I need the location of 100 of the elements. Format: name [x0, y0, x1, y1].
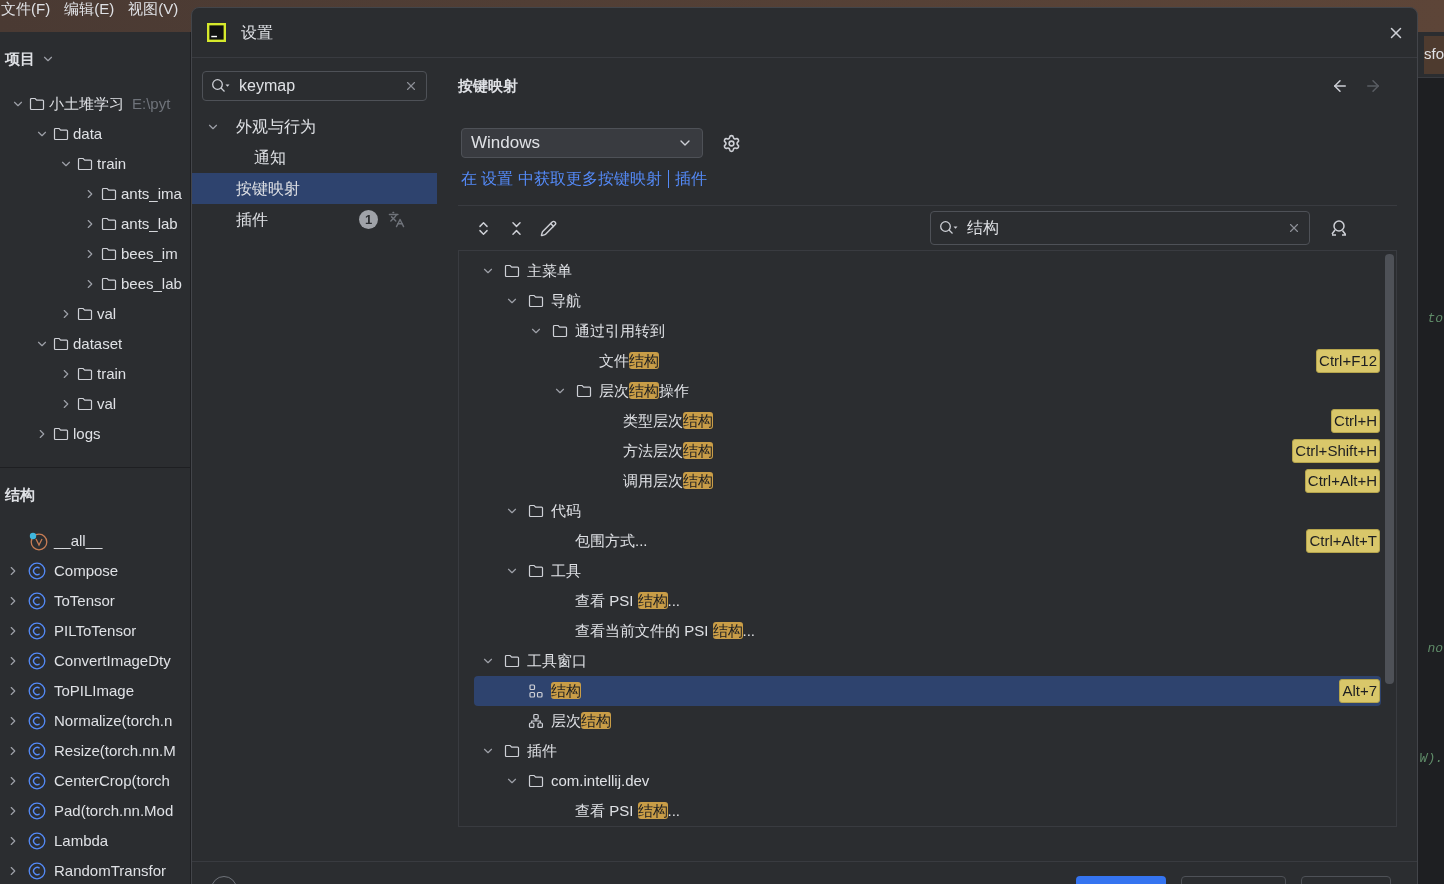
shortcut-badge: Ctrl+Alt+H [1304, 469, 1380, 493]
keymap-dropdown[interactable]: Windows [461, 128, 703, 158]
shortcut-badge: Ctrl+H [1331, 409, 1380, 433]
code-text: no [1427, 640, 1443, 658]
action-row[interactable]: 包围方式... Ctrl+Alt+T [474, 526, 1381, 556]
folder-icon [77, 366, 93, 382]
settings-icon[interactable] [722, 133, 741, 153]
structure-item[interactable]: Pad(torch.nn.Mod [54, 799, 174, 823]
action-label: 工具窗口 [527, 651, 587, 671]
structure-item[interactable]: RandomTransfor [54, 859, 166, 883]
folder-name[interactable]: val [97, 302, 117, 326]
folder-icon [101, 276, 117, 292]
folder-name[interactable]: ants_lab [121, 212, 178, 236]
folder-icon [101, 216, 117, 232]
filter-field[interactable]: 结构 [930, 211, 1310, 245]
menu-item[interactable]: 文件(F) [1, 0, 51, 32]
structure-item[interactable]: CenterCrop(torch [54, 769, 170, 793]
nav-item[interactable]: 插件 1 [192, 204, 437, 235]
action-row[interactable]: 查看 PSI 结构... [474, 586, 1381, 616]
plugins-link[interactable]: 插件 [674, 167, 707, 191]
folder-icon [77, 156, 93, 172]
action-label: 查看 PSI 结构... [575, 591, 681, 611]
action-label: 主菜单 [527, 261, 572, 281]
folder-icon [528, 503, 544, 519]
action-row[interactable]: 文件结构 Ctrl+F12 [474, 346, 1381, 376]
folder-name[interactable]: bees_lab [121, 272, 182, 296]
action-row[interactable]: 查看 PSI 结构... [474, 796, 1381, 826]
action-label: 导航 [551, 291, 581, 311]
class-icon [28, 682, 46, 700]
structure-item[interactable]: Compose [54, 559, 119, 583]
code-text: W). [1419, 750, 1443, 768]
nav-item[interactable]: 通知 [192, 142, 437, 173]
action-label: 代码 [551, 501, 581, 521]
folder-name[interactable]: dataset [73, 332, 123, 356]
folder-name[interactable]: logs [73, 422, 101, 446]
action-label: 层次结构 [551, 711, 611, 731]
action-row[interactable]: 代码 [474, 496, 1381, 526]
class-icon [28, 832, 46, 850]
action-row[interactable]: 查看当前文件的 PSI 结构... [474, 616, 1381, 646]
menu-item[interactable]: 编辑(E) [64, 0, 115, 32]
structure-item[interactable]: ToPILImage [54, 679, 135, 703]
folder-icon [552, 323, 568, 339]
find-shortcut-icon[interactable] [1329, 218, 1349, 238]
action-label: 类型层次结构 [623, 411, 713, 431]
folder-icon [77, 396, 93, 412]
action-row[interactable]: 层次结构 [474, 706, 1381, 736]
clear-icon[interactable] [404, 79, 418, 93]
hierarchy-icon [528, 713, 544, 729]
search-field[interactable]: keymap [202, 71, 427, 101]
folder-name[interactable]: bees_im [121, 242, 178, 266]
action-row[interactable]: 结构 Alt+7 [474, 676, 1381, 706]
shortcut-badge: Ctrl+Shift+H [1292, 439, 1380, 463]
folder-icon [101, 186, 117, 202]
action-label: 调用层次结构 [623, 471, 713, 491]
folder-name[interactable]: ants_ima [121, 182, 182, 206]
structure-item[interactable]: Lambda [54, 829, 109, 853]
action-row[interactable]: 工具窗口 [474, 646, 1381, 676]
folder-name[interactable]: val [97, 392, 117, 416]
structure-item[interactable]: Resize(torch.nn.M [54, 739, 176, 763]
clear-icon[interactable] [1287, 221, 1301, 235]
structure-item[interactable]: Normalize(torch.n [54, 709, 173, 733]
nav-item[interactable]: 外观与行为 [192, 111, 437, 142]
action-row[interactable]: 调用层次结构 Ctrl+Alt+H [474, 466, 1381, 496]
folder-icon [53, 426, 69, 442]
action-row[interactable]: 通过引用转到 [474, 316, 1381, 346]
menu-item[interactable]: 视图(V) [128, 0, 179, 32]
shortcut-badge: Alt+7 [1339, 679, 1380, 703]
action-row[interactable]: 工具 [474, 556, 1381, 586]
folder-name[interactable]: data [73, 122, 103, 146]
link-text[interactable]: 在 设置 中获取更多按键映射 [461, 167, 662, 191]
action-row[interactable]: com.intellij.dev [474, 766, 1381, 796]
folder-name[interactable]: train [97, 152, 127, 176]
edit-icon[interactable] [540, 219, 557, 237]
structure-item[interactable]: ToTensor [54, 589, 115, 613]
action-row[interactable]: 类型层次结构 Ctrl+H [474, 406, 1381, 436]
nav-label: 外观与行为 [236, 116, 316, 137]
action-row[interactable]: 主菜单 [474, 256, 1381, 286]
action-label: 查看当前文件的 PSI 结构... [575, 621, 756, 641]
panel-title[interactable]: 项目 [5, 47, 35, 71]
structure-item[interactable]: __all__ [54, 529, 103, 553]
variable-icon [28, 531, 48, 551]
folder-icon [576, 383, 592, 399]
action-row[interactable]: 导航 [474, 286, 1381, 316]
folder-name[interactable]: train [97, 362, 127, 386]
class-icon [28, 622, 46, 640]
action-row[interactable]: 插件 [474, 736, 1381, 766]
class-icon [28, 772, 46, 790]
nav-item[interactable]: 按键映射 [192, 173, 437, 204]
structure-item[interactable]: PILToTensor [54, 619, 137, 643]
structure-item[interactable]: ConvertImageDty [54, 649, 171, 673]
editor-tab[interactable]: sfo [1424, 35, 1444, 74]
folder-icon [528, 773, 544, 789]
class-icon [28, 742, 46, 760]
action-row[interactable]: 方法层次结构 Ctrl+Shift+H [474, 436, 1381, 466]
action-label: 工具 [551, 561, 581, 581]
action-row[interactable]: 层次结构操作 [474, 376, 1381, 406]
folder-icon [53, 336, 69, 352]
action-label: com.intellij.dev [551, 771, 650, 791]
folder-name[interactable]: 小土堆学习 [49, 92, 124, 116]
nav-label: 按键映射 [236, 178, 300, 199]
